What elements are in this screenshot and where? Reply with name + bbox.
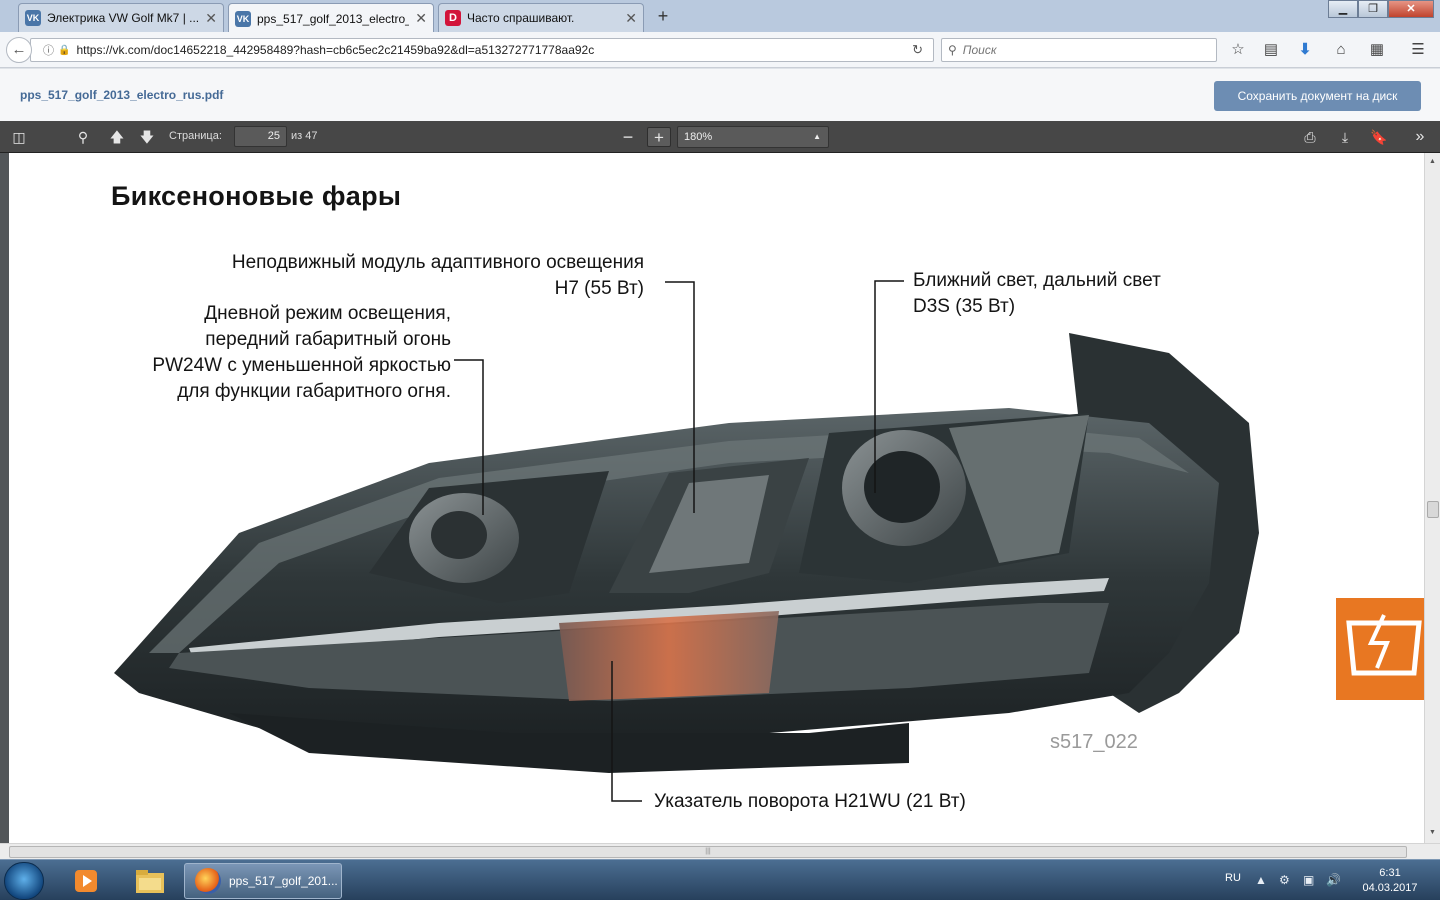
- horizontal-scrollbar[interactable]: |||: [0, 843, 1440, 859]
- save-to-disk-button[interactable]: Сохранить документ на диск: [1214, 81, 1421, 111]
- callout-low-high-beam: Ближний свет, дальний свет D3S (35 Вт): [913, 268, 1213, 320]
- document-filename[interactable]: pps_517_golf_2013_electro_rus.pdf: [20, 88, 223, 102]
- callout-turn-signal: Указатель поворота H21WU (21 Вт): [654, 791, 966, 812]
- extension-icon[interactable]: ▦: [1366, 40, 1388, 60]
- tab-strip: VK Электрика VW Golf Mk7 | ... ✕ VK pps_…: [0, 0, 1440, 33]
- media-player-icon[interactable]: [66, 863, 106, 899]
- scroll-thumb[interactable]: |||: [9, 846, 1407, 858]
- taskbar-firefox-window[interactable]: pps_517_golf_201...: [184, 863, 342, 899]
- pdf-toolbar: ◫ ⚲ 🡅 🡇 Страница: 25 из 47 − + 180% ▲ ⎙ …: [0, 121, 1440, 153]
- figure-id: s517_022: [1050, 731, 1138, 753]
- tray-app-icon[interactable]: ⚙: [1279, 873, 1290, 887]
- callout-line: Дневной режим освещения,: [204, 303, 451, 324]
- tab-close-icon[interactable]: ✕: [205, 10, 217, 27]
- tab-title: Часто спрашивают.: [467, 11, 575, 25]
- scroll-up-icon[interactable]: ▲: [1425, 155, 1440, 169]
- home-icon[interactable]: ⌂: [1330, 40, 1352, 60]
- next-page-icon[interactable]: 🡇: [138, 127, 156, 147]
- tab-title: pps_517_golf_2013_electro_...: [257, 11, 410, 26]
- updown-arrow-icon: ▲: [813, 132, 821, 141]
- d-icon: D: [445, 10, 461, 26]
- taskbar: pps_517_golf_201... RU ▲ ⚙ ▣ 🔊 6:31 04.0…: [0, 859, 1440, 900]
- close-window-button[interactable]: ✕: [1388, 0, 1434, 18]
- language-indicator[interactable]: RU: [1225, 872, 1241, 884]
- scroll-thumb[interactable]: [1427, 501, 1439, 518]
- tab-close-icon[interactable]: ✕: [625, 10, 637, 27]
- back-button[interactable]: ←: [6, 37, 32, 63]
- start-button[interactable]: [4, 862, 44, 900]
- maximize-button[interactable]: ❐: [1358, 0, 1388, 18]
- page-total: из 47: [291, 130, 318, 142]
- minimize-button[interactable]: ▁: [1328, 0, 1358, 18]
- tab-title: Электрика VW Golf Mk7 | ...: [47, 11, 200, 25]
- download-icon[interactable]: ⤓: [1336, 127, 1354, 147]
- callout-daytime-running-light: Дневной режим освещения, передний габари…: [109, 301, 451, 405]
- clock[interactable]: 6:31 04.03.2017: [1352, 866, 1428, 896]
- callout-line: D3S (35 Вт): [913, 296, 1016, 317]
- callout-fixed-lighting-module: Неподвижный модуль адаптивного освещения…: [109, 250, 644, 302]
- navigation-bar: ⓘ 🔒 https://vk.com/doc14652218_442958489…: [0, 32, 1440, 68]
- clock-date: 04.03.2017: [1362, 882, 1418, 894]
- callout-line: передний габаритный огонь: [205, 329, 451, 350]
- bookmark-icon[interactable]: 🔖: [1370, 127, 1388, 147]
- zoom-in-icon[interactable]: +: [647, 127, 671, 147]
- bookmark-star-icon[interactable]: ☆: [1227, 40, 1249, 60]
- menu-icon[interactable]: ☰: [1407, 40, 1429, 60]
- info-icon[interactable]: ⓘ: [43, 42, 54, 58]
- sidebar-toggle-icon[interactable]: ◫: [10, 127, 28, 147]
- tab-faq[interactable]: D Часто спрашивают. ✕: [438, 3, 644, 32]
- tab-vw-golf-electrics[interactable]: VK Электрика VW Golf Mk7 | ... ✕: [18, 3, 224, 32]
- tray-expand-icon[interactable]: ▲: [1255, 873, 1267, 887]
- callout-line: PW24W с уменьшенной яркостью: [152, 355, 451, 376]
- callout-line: H7 (55 Вт): [554, 278, 644, 299]
- search-bar[interactable]: ⚲: [941, 38, 1217, 62]
- lock-icon: 🔒: [58, 44, 71, 56]
- network-icon[interactable]: ▣: [1303, 873, 1314, 887]
- tools-chevron-icon[interactable]: »: [1410, 127, 1430, 147]
- page-number-input[interactable]: 25: [234, 126, 287, 147]
- tab-close-icon[interactable]: ✕: [415, 10, 427, 27]
- pdf-page: Биксеноновые фары Неподвижный модуль ада…: [9, 153, 1424, 843]
- search-input[interactable]: [962, 43, 1203, 57]
- search-icon: ⚲: [948, 43, 957, 57]
- new-tab-button[interactable]: +: [652, 5, 674, 27]
- tab-pdf-document[interactable]: VK pps_517_golf_2013_electro_... ✕: [228, 3, 434, 33]
- print-icon[interactable]: ⎙: [1300, 127, 1320, 147]
- callout-line: Неподвижный модуль адаптивного освещения: [231, 252, 644, 273]
- firefox-icon: [195, 868, 221, 894]
- volume-icon[interactable]: 🔊: [1326, 873, 1341, 887]
- window-controls: ▁ ❐ ✕: [1328, 0, 1434, 18]
- zoom-value: 180%: [684, 131, 713, 143]
- vk-icon: VK: [235, 10, 251, 27]
- callout-line: Ближний свет, дальний свет: [913, 270, 1161, 291]
- zoom-select[interactable]: 180% ▲: [677, 126, 829, 148]
- url-text: https://vk.com/doc14652218_442958489?has…: [76, 43, 595, 57]
- downloads-icon[interactable]: ⬇: [1294, 40, 1316, 60]
- reading-list-icon[interactable]: ▤: [1260, 40, 1282, 60]
- vk-icon: VK: [25, 10, 41, 26]
- pdf-viewer[interactable]: Биксеноновые фары Неподвижный модуль ада…: [0, 153, 1440, 843]
- find-icon[interactable]: ⚲: [74, 127, 92, 147]
- address-bar[interactable]: ⓘ 🔒 https://vk.com/doc14652218_442958489…: [30, 38, 934, 62]
- file-explorer-icon[interactable]: [128, 863, 172, 899]
- reload-icon[interactable]: ↻: [912, 42, 923, 58]
- document-header: pps_517_golf_2013_electro_rus.pdf Сохран…: [0, 69, 1440, 121]
- clock-time: 6:31: [1379, 867, 1401, 879]
- vertical-scrollbar[interactable]: ▲ ▼: [1424, 153, 1440, 843]
- taskbar-item-label: pps_517_golf_201...: [229, 874, 338, 888]
- previous-page-icon[interactable]: 🡅: [108, 127, 126, 147]
- zoom-out-icon[interactable]: −: [618, 127, 638, 147]
- callout-line: для функции габаритного огня.: [177, 381, 451, 402]
- scroll-down-icon[interactable]: ▼: [1425, 826, 1440, 840]
- page-label: Страница:: [169, 130, 222, 142]
